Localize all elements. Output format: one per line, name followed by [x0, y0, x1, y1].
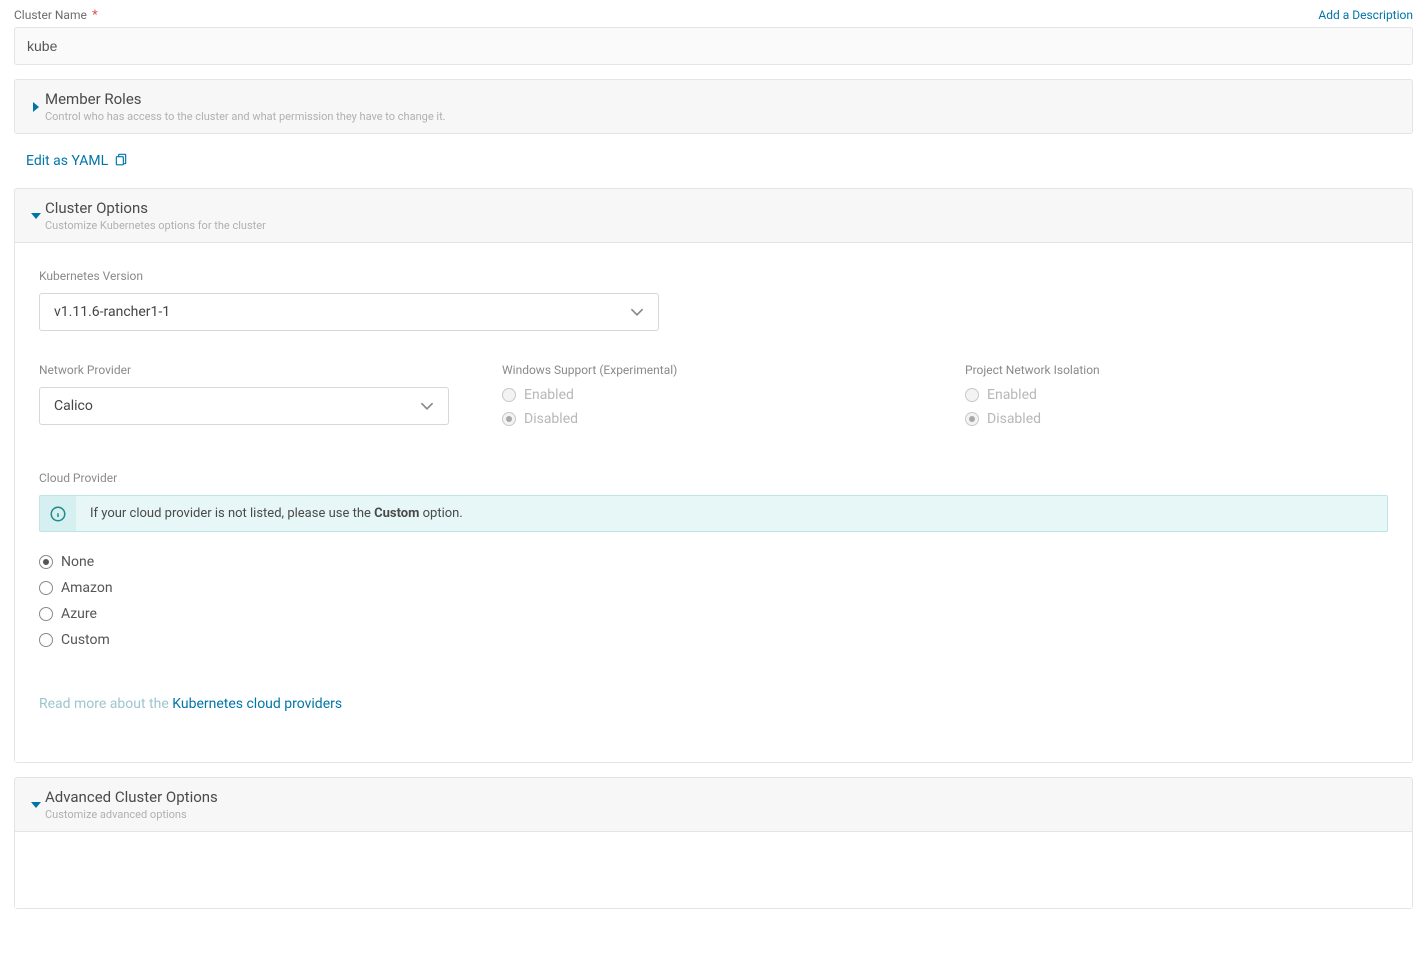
advanced-cluster-options-panel: Advanced Cluster Options Customize advan… [14, 777, 1413, 909]
windows-support-disabled-radio: Disabled [502, 411, 925, 427]
cloud-provider-custom-radio[interactable]: Custom [39, 632, 1388, 648]
network-provider-value: Calico [54, 398, 93, 414]
radio-icon [39, 555, 53, 569]
cloud-provider-list: None Amazon Azure Custom [39, 554, 1388, 648]
radio-icon [39, 607, 53, 621]
chevron-down-icon [27, 800, 45, 810]
k8s-cloud-providers-link[interactable]: Kubernetes cloud providers [172, 696, 342, 712]
required-asterisk: * [92, 8, 98, 23]
radio-icon [502, 412, 516, 426]
k8s-version-value: v1.11.6-rancher1-1 [54, 304, 170, 320]
cluster-options-toggle[interactable]: Cluster Options Customize Kubernetes opt… [15, 189, 1412, 242]
cluster-name-label: Cluster Name [14, 8, 87, 22]
chevron-down-icon [420, 399, 434, 413]
cloud-provider-label: Cloud Provider [39, 471, 1388, 485]
windows-support-label: Windows Support (Experimental) [502, 363, 925, 377]
project-isolation-disabled-radio: Disabled [965, 411, 1388, 427]
radio-icon [502, 388, 516, 402]
cloud-provider-info-banner: If your cloud provider is not listed, pl… [39, 495, 1388, 532]
windows-disabled-label: Disabled [524, 411, 578, 427]
clipboard-icon [114, 152, 128, 170]
cluster-options-panel: Cluster Options Customize Kubernetes opt… [14, 188, 1413, 763]
k8s-version-select[interactable]: v1.11.6-rancher1-1 [39, 293, 659, 331]
network-provider-label: Network Provider [39, 363, 462, 377]
member-roles-title: Member Roles [45, 90, 1400, 108]
chevron-right-icon [27, 102, 45, 112]
cloud-provider-readmore: Read more about the Kubernetes cloud pro… [39, 696, 1388, 712]
info-icon [40, 496, 76, 531]
radio-icon [965, 388, 979, 402]
windows-support-enabled-radio: Enabled [502, 387, 925, 403]
member-roles-panel: Member Roles Control who has access to t… [14, 79, 1413, 134]
k8s-version-label: Kubernetes Version [39, 269, 1388, 283]
edit-as-yaml-label: Edit as YAML [26, 153, 108, 169]
cloud-provider-option-label: Azure [61, 606, 97, 622]
advanced-cluster-options-toggle[interactable]: Advanced Cluster Options Customize advan… [15, 778, 1412, 831]
windows-enabled-label: Enabled [524, 387, 574, 403]
member-roles-toggle[interactable]: Member Roles Control who has access to t… [15, 80, 1412, 133]
radio-icon [39, 581, 53, 595]
cloud-provider-azure-radio[interactable]: Azure [39, 606, 1388, 622]
network-provider-select[interactable]: Calico [39, 387, 449, 425]
advanced-sub: Customize advanced options [45, 808, 1400, 821]
add-description-link[interactable]: Add a Description [1318, 8, 1413, 22]
isolation-enabled-label: Enabled [987, 387, 1037, 403]
isolation-disabled-label: Disabled [987, 411, 1041, 427]
cloud-provider-option-label: None [61, 554, 94, 570]
cluster-name-input[interactable] [14, 27, 1413, 65]
cloud-provider-option-label: Custom [61, 632, 110, 648]
radio-icon [965, 412, 979, 426]
cluster-options-title: Cluster Options [45, 199, 1400, 217]
cluster-options-sub: Customize Kubernetes options for the clu… [45, 219, 1400, 232]
chevron-down-icon [630, 305, 644, 319]
cloud-provider-info-text: If your cloud provider is not listed, pl… [76, 496, 477, 531]
readmore-prefix: Read more about the [39, 696, 172, 712]
cloud-provider-none-radio[interactable]: None [39, 554, 1388, 570]
edit-as-yaml-link[interactable]: Edit as YAML [26, 152, 128, 170]
project-isolation-enabled-radio: Enabled [965, 387, 1388, 403]
advanced-title: Advanced Cluster Options [45, 788, 1400, 806]
chevron-down-icon [27, 211, 45, 221]
project-isolation-label: Project Network Isolation [965, 363, 1388, 377]
radio-icon [39, 633, 53, 647]
member-roles-sub: Control who has access to the cluster an… [45, 110, 1400, 123]
cloud-provider-option-label: Amazon [61, 580, 113, 596]
cloud-provider-amazon-radio[interactable]: Amazon [39, 580, 1388, 596]
